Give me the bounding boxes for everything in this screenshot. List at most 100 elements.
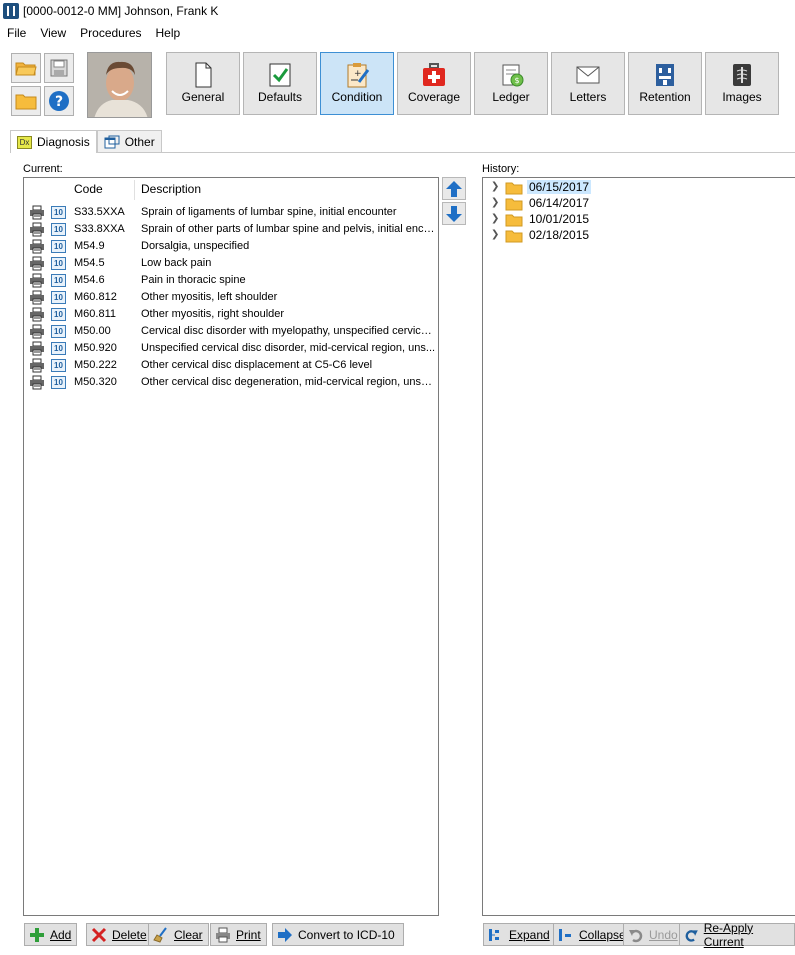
undo-button[interactable]: Undo (623, 923, 684, 946)
chevron-right-icon[interactable]: ❯ (491, 229, 499, 240)
toolbar-images-button[interactable]: Images (705, 52, 779, 115)
table-row[interactable]: 10 S33.8XXA Sprain of other parts of lumba… (24, 221, 438, 238)
toolbar-retention-label: Retention (639, 90, 691, 104)
convert-icd10-button[interactable]: Convert to ICD-10 (272, 923, 404, 946)
history-tree[interactable]: ❯ 06/15/2017 ❯ 06/14/2017 ❯ 10/01/2015 ❯ 02/18/… (482, 177, 795, 916)
toolbar-defaults-button[interactable]: Defaults (243, 52, 317, 115)
history-item[interactable]: ❯ 06/15/2017 (483, 180, 783, 196)
chevron-right-icon[interactable]: ❯ (491, 197, 499, 208)
row-code: M50.320 (74, 376, 117, 388)
toolbar-coverage-button[interactable]: Coverage (397, 52, 471, 115)
tab-diagnosis[interactable]: Dx Diagnosis (10, 130, 97, 153)
row-description: Other myositis, left shoulder (141, 291, 278, 303)
print-button[interactable]: Print (210, 923, 267, 946)
tab-diagnosis-label: Diagnosis (37, 135, 90, 149)
add-button[interactable]: Add (24, 923, 78, 946)
toolbar-ledger-button[interactable]: $ Ledger (474, 52, 548, 115)
history-date: 02/18/2015 (529, 228, 590, 242)
folder-icon (505, 230, 523, 243)
clear-button-label: Clear (174, 927, 203, 942)
list-header: Code Description (24, 178, 438, 200)
printer-icon (30, 239, 44, 254)
window-title: [0000-0012-0 MM] Johnson, Frank K (23, 4, 219, 18)
printer-icon (30, 358, 44, 373)
move-down-button[interactable] (442, 202, 466, 225)
toolbar-ledger-label: Ledger (492, 90, 530, 104)
open-folder-icon (15, 62, 37, 76)
table-row[interactable]: 10 M54.9 Dorsalgia, unspecified (24, 238, 438, 255)
column-header-code[interactable]: Code (74, 182, 103, 196)
printer-icon (30, 256, 44, 271)
toolbar-general-label: General (181, 90, 225, 104)
icd10-icon: 10 (51, 325, 66, 338)
toolbar-condition-button[interactable]: + Condition (320, 52, 394, 115)
table-row[interactable]: 10 M54.6 Pain in thoracic spine (24, 272, 438, 289)
current-label: Current: (23, 163, 63, 175)
table-row[interactable]: 10 M60.811 Other myositis, right shoulder (24, 306, 438, 323)
reapply-current-button[interactable]: Re-Apply Current (679, 920, 795, 949)
toolbar-coverage-label: Coverage (407, 90, 461, 104)
chevron-right-icon[interactable]: ❯ (491, 181, 499, 192)
printer-icon (30, 222, 44, 237)
menu-help[interactable]: Help (149, 26, 188, 40)
ledger-icon: $ (502, 64, 524, 87)
expand-button[interactable]: Expand (483, 923, 556, 946)
row-description: Low back pain (141, 257, 212, 269)
menu-procedures[interactable]: Procedures (73, 26, 148, 40)
icd10-icon: 10 (51, 240, 66, 253)
row-description: Dorsalgia, unspecified (141, 240, 250, 252)
save-button[interactable] (44, 53, 74, 83)
table-row[interactable]: 10 M50.320 Other cervical disc degeneratio… (24, 374, 438, 391)
table-row[interactable]: 10 M60.812 Other myositis, left shoulder (24, 289, 438, 306)
delete-button[interactable]: Delete (86, 923, 153, 946)
icd10-icon: 10 (51, 291, 66, 304)
row-code: M60.811 (74, 308, 116, 320)
row-description: Sprain of other parts of lumbar spine an… (141, 223, 436, 235)
help-button[interactable]: ? (44, 86, 74, 116)
toolbar-retention-button[interactable]: Retention (628, 52, 702, 115)
folder-button[interactable] (11, 86, 41, 116)
title-bar: [0000-0012-0 MM] Johnson, Frank K (0, 0, 795, 22)
icd10-icon: 10 (51, 359, 66, 372)
table-row[interactable]: 10 S33.5XXA Sprain of ligaments of lumbar … (24, 204, 438, 221)
chevron-right-icon[interactable]: ❯ (491, 213, 499, 224)
toolbar-images-label: Images (722, 90, 762, 104)
svg-text:$: $ (514, 76, 519, 85)
toolbar-letters-button[interactable]: Letters (551, 52, 625, 115)
printer-icon (30, 324, 44, 339)
collapse-button[interactable]: Collapse (553, 923, 632, 946)
column-header-description[interactable]: Description (141, 182, 201, 196)
printer-icon (30, 307, 44, 322)
reapply-current-label: Re-Apply Current (703, 920, 754, 949)
menu-view[interactable]: View (33, 26, 73, 40)
tab-other[interactable]: Other (96, 130, 162, 152)
print-button-label: Print (236, 927, 261, 942)
history-label: History: (482, 163, 520, 175)
expand-icon (489, 928, 499, 941)
history-item[interactable]: ❯ 06/14/2017 (483, 196, 783, 212)
menu-file[interactable]: File (0, 26, 33, 40)
row-description: Pain in thoracic spine (141, 274, 246, 286)
table-row[interactable]: 10 M50.00 Cervical disc disorder with myel… (24, 323, 438, 340)
patient-photo[interactable] (87, 52, 152, 118)
history-item[interactable]: ❯ 10/01/2015 (483, 212, 783, 228)
history-item[interactable]: ❯ 02/18/2015 (483, 228, 783, 244)
toolbar-letters-label: Letters (569, 90, 607, 104)
row-code: M50.222 (74, 359, 117, 371)
retention-icon (656, 64, 674, 86)
clear-button[interactable]: Clear (148, 923, 209, 946)
row-code: S33.8XXA (74, 223, 125, 235)
collapse-icon (559, 928, 571, 941)
table-row[interactable]: 10 M50.920 Unspecified cervical disc disor… (24, 340, 438, 357)
move-up-button[interactable] (442, 177, 466, 200)
toolbar-general-button[interactable]: General (166, 52, 240, 115)
row-code: S33.5XXA (74, 206, 125, 218)
row-description: Cervical disc disorder with myelopathy, … (141, 325, 436, 337)
delete-button-label: Delete (112, 927, 147, 942)
arrow-right-icon (278, 927, 292, 942)
folder-icon (505, 214, 523, 227)
table-row[interactable]: 10 M50.222 Other cervical disc displacemen… (24, 357, 438, 374)
open-folder-button[interactable] (11, 53, 41, 83)
current-diagnosis-list[interactable]: Code Description 10 S33.5XXA Sprain of lig… (23, 177, 439, 916)
table-row[interactable]: 10 M54.5 Low back pain (24, 255, 438, 272)
